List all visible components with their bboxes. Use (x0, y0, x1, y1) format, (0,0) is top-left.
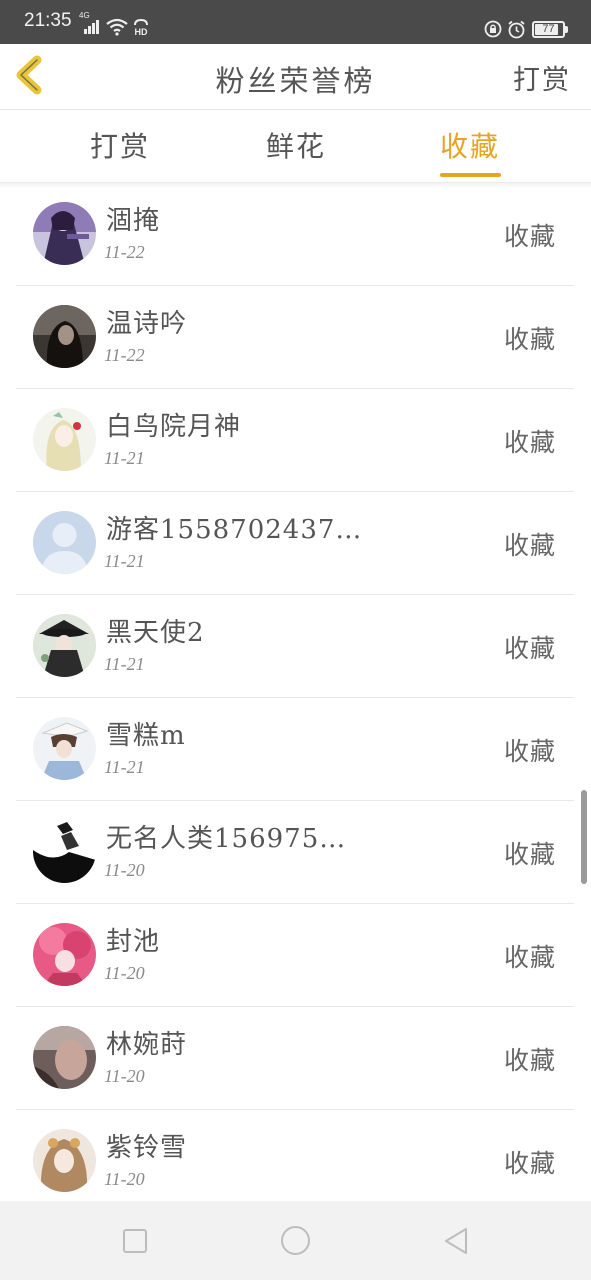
hd-icon: HD (134, 18, 148, 36)
fan-date: 11-21 (104, 757, 145, 777)
list-item[interactable]: 紫铃雪 11-20 收藏 (16, 1110, 574, 1201)
tab-tips[interactable]: 打赏 (60, 125, 180, 165)
action-label: 收藏 (503, 840, 556, 869)
fan-date: 11-21 (104, 448, 145, 468)
tip-button[interactable]: 打赏 (513, 58, 571, 97)
action-label: 收藏 (503, 634, 556, 663)
avatar[interactable] (33, 305, 96, 368)
action-label: 收藏 (503, 325, 556, 354)
system-nav-bar (0, 1201, 591, 1280)
network-type-label: 4G (79, 11, 90, 20)
lock-rotation-icon (484, 20, 502, 38)
fan-name: 雪糕m (106, 721, 186, 751)
avatar[interactable] (33, 511, 96, 574)
fan-name: 温诗吟 (106, 309, 188, 339)
avatar[interactable] (33, 408, 96, 471)
list-item[interactable]: 无名人类156975… 11-20 收藏 (16, 801, 574, 904)
fan-name: 封池 (106, 927, 161, 957)
avatar[interactable] (33, 1129, 96, 1192)
fan-name: 紫铃雪 (106, 1133, 188, 1163)
avatar[interactable] (33, 614, 96, 677)
action-label: 收藏 (503, 737, 556, 766)
fan-name: 黑天使2 (106, 618, 205, 648)
signal-icon (84, 20, 100, 34)
active-tab-indicator (440, 173, 501, 177)
avatar[interactable] (33, 1026, 96, 1089)
fan-date: 11-20 (104, 1066, 145, 1086)
battery-icon: 77 (532, 21, 565, 38)
fan-name: 无名人类156975… (106, 824, 347, 854)
action-label: 收藏 (503, 428, 556, 457)
fan-name: 游客1558702437… (106, 515, 363, 545)
avatar[interactable] (33, 820, 96, 883)
page-title: 粉丝荣誉榜 (215, 64, 376, 98)
fan-name: 涸掩 (106, 206, 161, 236)
fan-date: 11-20 (104, 1169, 145, 1189)
status-bar: 21:35 4G HD 77 (0, 0, 591, 44)
status-time: 21:35 (24, 10, 72, 31)
action-label: 收藏 (503, 222, 556, 251)
list-item[interactable]: 林婉莳 11-20 收藏 (16, 1007, 574, 1110)
alarm-icon (508, 20, 525, 39)
list-item[interactable]: 封池 11-20 收藏 (16, 904, 574, 1007)
tab-favorites[interactable]: 收藏 (410, 125, 530, 165)
avatar[interactable] (33, 717, 96, 780)
list-item[interactable]: 白鸟院月神 11-21 收藏 (16, 389, 574, 492)
tab-flowers[interactable]: 鲜花 (236, 125, 356, 165)
header: 粉丝荣誉榜 打赏 (0, 44, 591, 110)
recent-apps-icon[interactable] (123, 1229, 147, 1253)
fan-date: 11-21 (104, 654, 145, 674)
fan-date: 11-20 (104, 860, 145, 880)
home-icon[interactable] (281, 1226, 310, 1255)
battery-level: 77 (542, 23, 555, 35)
svg-text:HD: HD (135, 27, 148, 36)
avatar[interactable] (33, 202, 96, 265)
fan-date: 11-22 (104, 345, 145, 365)
wifi-icon (106, 18, 128, 36)
list-item[interactable]: 雪糕m 11-21 收藏 (16, 698, 574, 801)
fan-date: 11-20 (104, 963, 145, 983)
list-item[interactable]: 涸掩 11-22 收藏 (16, 183, 574, 286)
list-item[interactable]: 温诗吟 11-22 收藏 (16, 286, 574, 389)
action-label: 收藏 (503, 943, 556, 972)
action-label: 收藏 (503, 531, 556, 560)
action-label: 收藏 (503, 1046, 556, 1075)
list-item[interactable]: 黑天使2 11-21 收藏 (16, 595, 574, 698)
scrollbar[interactable] (581, 790, 587, 884)
list-item[interactable]: 游客1558702437… 11-21 收藏 (16, 492, 574, 595)
fan-date: 11-21 (104, 551, 145, 571)
fan-date: 11-22 (104, 242, 145, 262)
back-icon[interactable] (443, 1227, 469, 1255)
battery-tip (565, 26, 568, 33)
fan-list[interactable]: 涸掩 11-22 收藏 温诗吟 11-22 收藏 白鸟院月神 11-21 收藏 … (0, 183, 591, 1201)
fan-name: 白鸟院月神 (106, 412, 242, 442)
fan-name: 林婉莳 (106, 1030, 188, 1060)
action-label: 收藏 (503, 1149, 556, 1178)
avatar[interactable] (33, 923, 96, 986)
tab-bar: 打赏 鲜花 收藏 (0, 111, 591, 183)
